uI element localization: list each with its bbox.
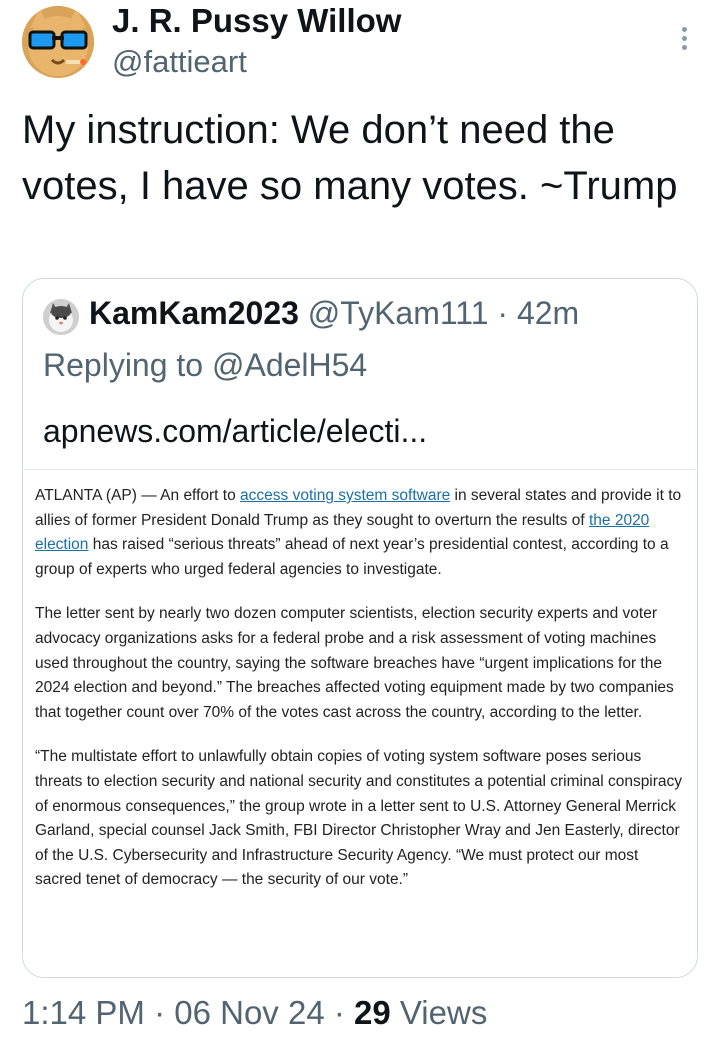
article-paragraph-2: The letter sent by nearly two dozen comp… xyxy=(35,605,674,721)
quoted-tweet-card[interactable]: KamKam2023 @TyKam111 · 42m Replying to @… xyxy=(22,278,698,978)
quote-time[interactable]: 42m xyxy=(517,295,579,331)
more-vertical-icon xyxy=(681,26,687,32)
cat-avatar-image xyxy=(43,299,79,335)
quote-author-handle[interactable]: @TyKam111 xyxy=(308,295,489,331)
author-avatar[interactable] xyxy=(22,6,94,78)
article-p1-text-c: has raised “serious threats” ahead of ne… xyxy=(35,536,669,578)
footer-separator: · xyxy=(144,994,175,1031)
views-count[interactable]: 29 xyxy=(354,994,391,1031)
article-paragraph-1: ATLANTA (AP) — An effort to access votin… xyxy=(35,484,685,582)
replying-to-line: Replying to @AdelH54 xyxy=(43,347,367,384)
author-handle[interactable]: @fattieart xyxy=(112,44,247,80)
views-label[interactable]: Views xyxy=(391,994,487,1031)
replying-to-prefix: Replying to xyxy=(43,347,212,383)
more-vertical-icon-dot xyxy=(681,44,687,50)
tweet-metadata: 1:14 PM · 06 Nov 24 · 29 Views xyxy=(22,994,487,1032)
replying-to-handle[interactable]: @AdelH54 xyxy=(212,347,367,383)
article-paragraph-3: “The multistate effort to unlawfully obt… xyxy=(35,748,683,889)
footer-separator: · xyxy=(324,994,354,1031)
cat-with-sunglasses-avatar-image xyxy=(22,6,94,78)
quote-separator: · xyxy=(488,295,517,331)
article-link-voting-software: access voting system software xyxy=(240,487,451,504)
quote-author-name[interactable]: KamKam2023 xyxy=(89,295,299,331)
article-screenshot-image: ATLANTA (AP) — An effort to access votin… xyxy=(23,469,697,977)
tweet-date[interactable]: 06 Nov 24 xyxy=(174,994,324,1031)
tweet-text: My instruction: We don’t need the votes,… xyxy=(22,108,678,208)
article-p1-text-a: ATLANTA (AP) — An effort to xyxy=(35,487,241,504)
more-vertical-icon-dot xyxy=(681,35,687,41)
more-options-button[interactable] xyxy=(664,18,704,58)
author-display-name[interactable]: J. R. Pussy Willow xyxy=(112,2,401,40)
tweet-time[interactable]: 1:14 PM xyxy=(22,994,145,1031)
quote-author-avatar[interactable] xyxy=(43,299,79,335)
quote-header: KamKam2023 @TyKam111 · 42m xyxy=(89,295,579,332)
article-link[interactable]: apnews.com/article/electi... xyxy=(43,413,427,450)
